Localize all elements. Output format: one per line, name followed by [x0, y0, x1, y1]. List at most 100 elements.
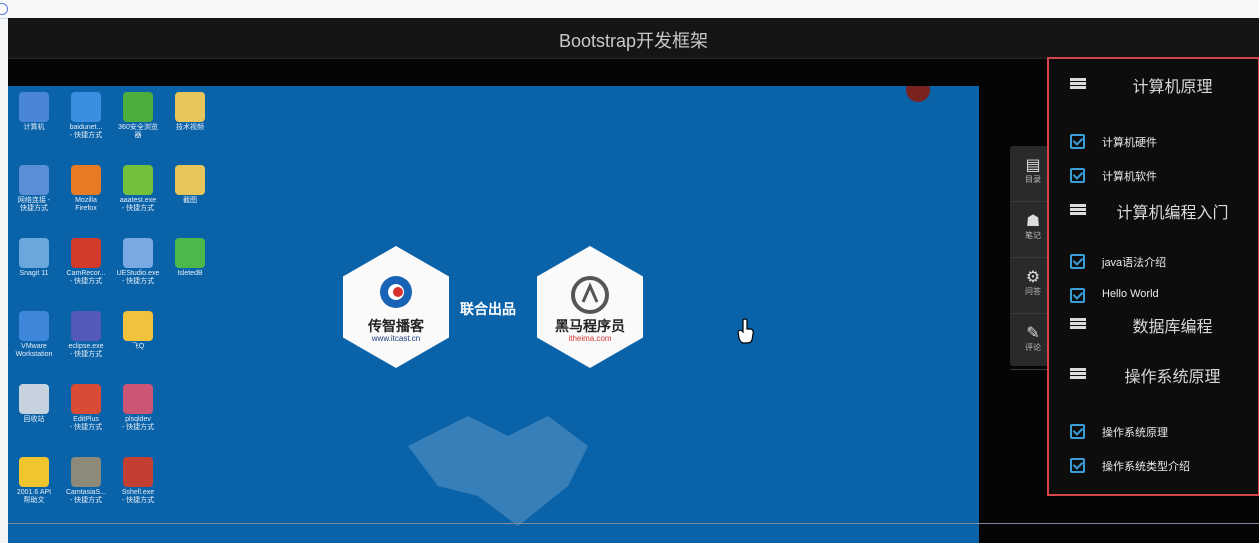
video-frame[interactable]: 计算机 baidunet... - 快捷方式 360安全浏览 器 技术视频网络连接 -…	[8, 86, 979, 543]
page-title: Bootstrap开发框架	[558, 31, 709, 51]
app-icon	[123, 457, 153, 487]
itcast-url: www.itcast.cn	[371, 334, 421, 343]
menu-item[interactable]: 操作系统原理	[1049, 419, 1258, 445]
menu-section-header[interactable]: 操作系统原理	[1049, 355, 1258, 391]
app-icon	[71, 457, 101, 487]
itheima-brand-name: 黑马程序员	[555, 318, 625, 334]
desktop-icon[interactable]: CamRecor... - 快捷方式	[60, 238, 112, 286]
record-icon	[906, 86, 930, 102]
menu-item-label: java语法介绍	[1102, 257, 1167, 269]
desktop-icon[interactable]: 计算机	[8, 92, 60, 132]
menu-item[interactable]: 计算机硬件	[1049, 129, 1258, 155]
menu-item[interactable]: 计算机软件	[1049, 163, 1258, 189]
menu-item-label: 计算机软件	[1102, 171, 1157, 183]
circle-icon	[0, 3, 8, 15]
app-icon	[71, 384, 101, 414]
handshake-icon	[408, 416, 588, 526]
check-icon	[1070, 254, 1085, 269]
desktop-icon[interactable]: 回收站	[8, 384, 60, 424]
joint-production-text: 联合出品	[460, 301, 516, 317]
app-icon	[71, 92, 101, 122]
app-icon	[71, 311, 101, 341]
desktop-icon-label: aaatest.exe - 快捷方式	[119, 197, 157, 212]
desktop-icon-label: eclipse.exe - 快捷方式	[68, 343, 104, 358]
desktop-icon[interactable]: 技术视频	[164, 92, 216, 132]
app-icon	[71, 165, 101, 195]
app-icon	[19, 384, 49, 414]
hand-cursor-icon	[737, 318, 754, 344]
menu-item[interactable]: java语法介绍	[1049, 249, 1258, 275]
menu-section-title: 操作系统原理	[1124, 369, 1221, 386]
desktop-icon-label: UEStudio.exe - 快捷方式	[116, 270, 160, 285]
desktop-icon[interactable]: baidunet... - 快捷方式	[60, 92, 112, 140]
desktop-icon[interactable]: EditPlus - 快捷方式	[60, 384, 112, 432]
desktop-icon[interactable]: Sshell.exe - 快捷方式	[112, 457, 164, 505]
desktop-icon-label: 计算机	[23, 124, 45, 131]
desktop-icon-label: CamRecor... - 快捷方式	[66, 270, 106, 285]
menu-item[interactable]: 操作系统类型介绍	[1049, 453, 1258, 479]
desktop-icon[interactable]: aaatest.exe - 快捷方式	[112, 165, 164, 213]
menu-item-label: 计算机硬件	[1102, 137, 1157, 149]
desktop-icon-label: 飞Q	[131, 343, 145, 350]
app-icon	[19, 238, 49, 268]
chapter-menu: 计算机原理计算机硬件计算机软件计算机编程入门 java语法介绍 Hello Worl…	[1047, 57, 1259, 496]
desktop-icon-label: Mozilla Firefox	[75, 197, 97, 212]
app-icon	[71, 238, 101, 268]
desktop-icon-label: IsletedB	[177, 270, 203, 277]
desktop-icon-label: Sshell.exe - 快捷方式	[121, 489, 155, 504]
menu-section-title: 数据库编程	[1132, 319, 1213, 336]
check-icon	[1070, 424, 1085, 439]
desktop-icon-label: 回收站	[23, 416, 45, 423]
video-player: Bootstrap开发框架 计算机 baidunet... - 快捷方式 360安全…	[8, 18, 1259, 543]
menu-section-header[interactable]: 数据库编程	[1049, 305, 1258, 341]
desktop-icon[interactable]: 360安全浏览 器	[112, 92, 164, 140]
app-icon	[123, 92, 153, 122]
check-icon	[1070, 288, 1085, 303]
desktop-icon[interactable]: 2001.6 API 帮助文	[8, 457, 60, 505]
browser-top-strip	[0, 0, 1259, 19]
desktop-icon-label: baidunet... - 快捷方式	[69, 124, 103, 139]
itcast-brand-name: 传智播客	[368, 318, 424, 334]
list-icon	[1070, 204, 1086, 216]
list-icon	[1070, 318, 1086, 330]
desktop-icon[interactable]: VMware Workstation	[8, 311, 60, 359]
menu-section-title: 计算机编程入门	[1116, 205, 1229, 222]
menu-item-label: 操作系统原理	[1102, 427, 1168, 439]
app-icon	[123, 165, 153, 195]
desktop-icon[interactable]: 网络连接 - 快捷方式	[8, 165, 60, 213]
menu-section-header[interactable]: 计算机原理	[1049, 65, 1258, 101]
menu-item-label: 操作系统类型介绍	[1102, 461, 1190, 473]
check-icon	[1070, 168, 1085, 183]
app-icon	[19, 165, 49, 195]
check-icon	[1070, 134, 1085, 149]
menu-item-label: Hello World	[1102, 288, 1159, 300]
desktop-icon[interactable]: Snagit 11	[8, 238, 60, 278]
desktop-icon-label: 网络连接 - 快捷方式	[17, 197, 51, 212]
desktop-icon-label: 截图	[183, 197, 197, 204]
app-icon	[123, 311, 153, 341]
itheima-logo-icon	[571, 276, 609, 314]
menu-section-header[interactable]: 计算机编程入门	[1049, 191, 1258, 227]
progress-bar[interactable]	[8, 523, 1259, 524]
menu-section-title: 计算机原理	[1132, 79, 1213, 96]
desktop-icon[interactable]: CamtasiaS... - 快捷方式	[60, 457, 112, 505]
itheima-hexagon	[537, 246, 643, 368]
desktop-icon-label: EditPlus - 快捷方式	[69, 416, 103, 431]
itheima-url: itheima.com	[568, 334, 612, 343]
desktop-icon[interactable]: plsqldev - 快捷方式	[112, 384, 164, 432]
desktop-icon-label: 360安全浏览 器	[118, 124, 158, 139]
app-icon	[123, 238, 153, 268]
desktop-icon-label: Snagit 11	[19, 270, 49, 277]
desktop-icon[interactable]: eclipse.exe - 快捷方式	[60, 311, 112, 359]
desktop-icon[interactable]: 飞Q	[112, 311, 164, 351]
list-icon	[1070, 368, 1086, 380]
desktop-icon[interactable]: UEStudio.exe - 快捷方式	[112, 238, 164, 286]
desktop-icon[interactable]: Mozilla Firefox	[60, 165, 112, 213]
list-icon	[1070, 78, 1086, 90]
desktop-icon[interactable]: 截图	[164, 165, 216, 205]
app-icon	[19, 311, 49, 341]
app-icon	[175, 165, 205, 195]
desktop-icon-label: CamtasiaS... - 快捷方式	[65, 489, 107, 504]
player-titlebar: Bootstrap开发框架	[8, 18, 1259, 59]
desktop-icon[interactable]: IsletedB	[164, 238, 216, 278]
